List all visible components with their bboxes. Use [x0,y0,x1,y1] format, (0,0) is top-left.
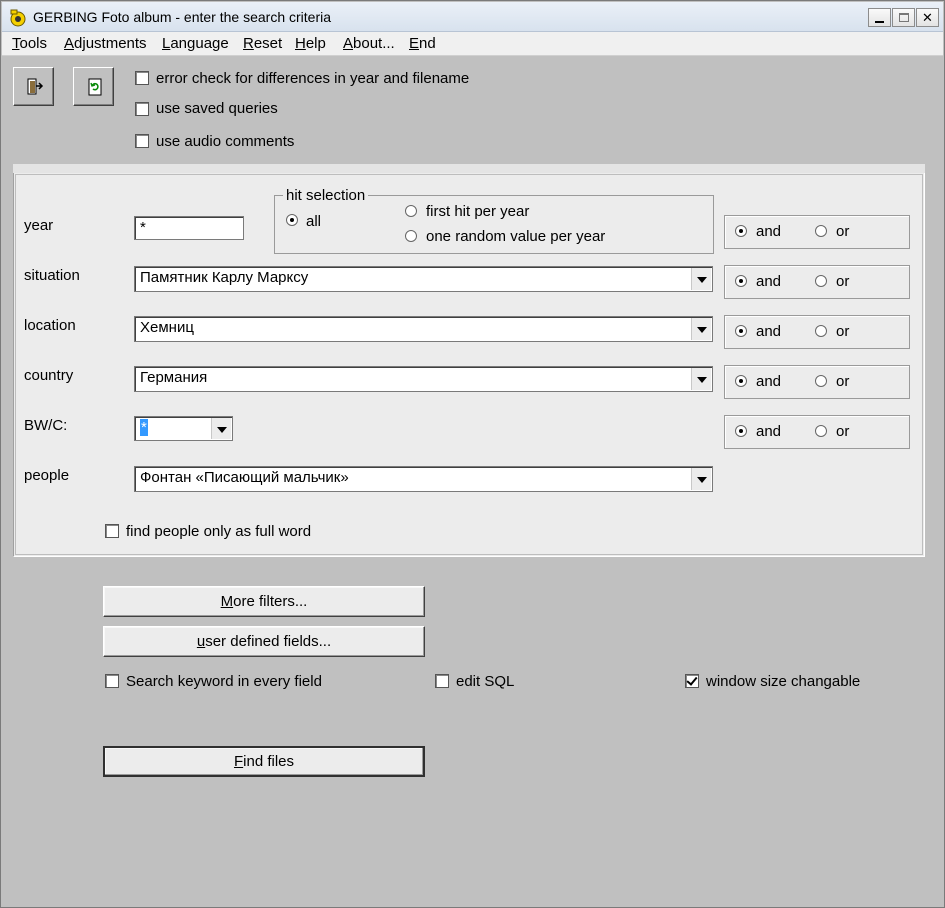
close-icon: ✕ [922,10,933,25]
people-combo[interactable]: Фонтан «Писающий мальчик» [134,466,713,492]
menu-adjustments[interactable]: Adjustments [64,35,147,52]
bwc-and-radio[interactable] [735,425,747,437]
window-title: GERBING Foto album - enter the search cr… [33,9,331,25]
hit-random-label: one random value per year [426,228,606,245]
maximize-icon [899,13,909,22]
location-or-label: or [836,323,850,340]
hit-all-label: all [306,213,322,230]
menu-language[interactable]: Language [162,35,229,52]
people-value: Фонтан «Писающий мальчик» [140,469,349,486]
situation-value: Памятник Карлу Марксу [140,269,309,286]
situation-or-label: or [836,273,850,290]
situation-and-label: and [756,273,782,290]
situation-combo[interactable]: Памятник Карлу Марксу [134,266,713,292]
bwc-label: BW/C: [24,417,68,434]
menu-about[interactable]: About... [343,35,395,52]
exit-door-icon [27,78,44,95]
situation-label: situation [24,267,80,284]
main-window: GERBING Foto album - enter the search cr… [0,0,945,908]
edit-sql-label: edit SQL [456,673,515,690]
audio-comments-label: use audio comments [156,133,295,150]
window-size-label: window size changable [706,673,861,690]
hit-first-radio[interactable] [405,205,417,217]
exit-button[interactable] [13,67,54,106]
refresh-icon [88,78,102,96]
location-and-radio[interactable] [735,325,747,337]
find-files-button[interactable]: Find files [103,746,425,777]
criteria-panel-strip [13,164,925,173]
year-or-label: or [836,223,850,240]
chevron-down-icon[interactable] [691,368,711,390]
hit-random-radio[interactable] [405,230,417,242]
year-and-radio[interactable] [735,225,747,237]
year-and-label: and [756,223,782,240]
year-input[interactable]: * [134,216,244,240]
location-and-label: and [756,323,782,340]
location-or-radio[interactable] [815,325,827,337]
bwc-or-label: or [836,423,850,440]
bwc-or-radio[interactable] [815,425,827,437]
error-check-checkbox[interactable] [135,71,149,85]
minimize-button[interactable] [868,8,891,27]
user-defined-fields-button[interactable]: user defined fields... [103,626,425,657]
saved-queries-checkbox[interactable] [135,102,149,116]
menu-help[interactable]: Help [295,35,326,52]
year-label: year [24,217,54,234]
location-combo[interactable]: Хемниц [134,316,713,342]
country-or-label: or [836,373,850,390]
country-or-radio[interactable] [815,375,827,387]
full-word-label: find people only as full word [126,523,312,540]
people-label: people [24,467,70,484]
hit-all-radio[interactable] [286,214,298,226]
more-filters-button[interactable]: More filters... [103,586,425,617]
audio-comments-checkbox[interactable] [135,134,149,148]
year-or-radio[interactable] [815,225,827,237]
bwc-and-label: and [756,423,782,440]
situation-and-radio[interactable] [735,275,747,287]
country-label: country [24,367,74,384]
chevron-down-icon[interactable] [691,468,711,490]
minimize-icon [875,21,884,23]
maximize-button[interactable] [892,8,915,27]
hit-first-label: first hit per year [426,203,530,220]
bwc-value: * [140,419,148,436]
chevron-down-icon[interactable] [691,318,711,340]
refresh-button[interactable] [73,67,114,106]
menu-end[interactable]: End [409,35,436,52]
full-word-checkbox[interactable] [105,524,119,538]
country-value: Германия [140,369,208,386]
chevron-down-icon[interactable] [211,418,231,439]
country-and-label: and [756,373,782,390]
window-size-checkbox[interactable] [685,674,699,688]
title-bar[interactable]: GERBING Foto album - enter the search cr… [2,2,943,32]
country-and-radio[interactable] [735,375,747,387]
search-keyword-label: Search keyword in every field [126,673,322,690]
menu-reset[interactable]: Reset [243,35,282,52]
situation-or-radio[interactable] [815,275,827,287]
saved-queries-label: use saved queries [156,100,278,117]
country-combo[interactable]: Германия [134,366,713,392]
location-value: Хемниц [140,319,194,336]
menu-bar: Tools Adjustments Language Reset Help Ab… [2,32,943,56]
close-button[interactable]: ✕ [916,8,939,27]
hit-selection-title: hit selection [283,187,369,204]
location-label: location [24,317,76,334]
menu-tools[interactable]: Tools [12,35,47,52]
bwc-combo[interactable]: * [134,416,233,441]
chevron-down-icon[interactable] [691,268,711,290]
error-check-label: error check for differences in year and … [156,70,470,87]
search-keyword-checkbox[interactable] [105,674,119,688]
edit-sql-checkbox[interactable] [435,674,449,688]
app-camera-icon [10,9,26,27]
